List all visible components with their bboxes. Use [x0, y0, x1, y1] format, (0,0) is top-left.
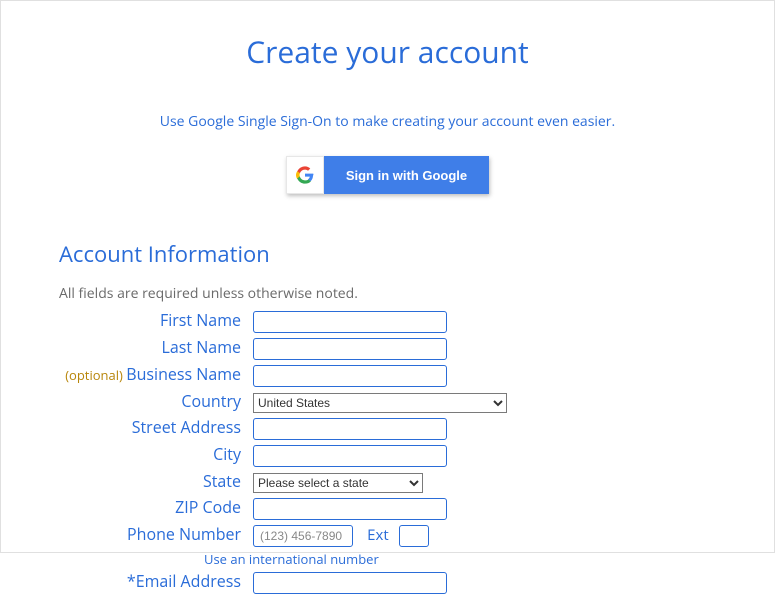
business-name-label: (optional) Business Name — [59, 365, 253, 384]
phone-number-label: Phone Number — [59, 525, 253, 544]
phone-ext-input[interactable] — [399, 525, 429, 547]
zip-code-input[interactable] — [253, 498, 447, 520]
first-name-label: First Name — [59, 311, 253, 330]
first-name-input[interactable] — [253, 311, 447, 333]
last-name-input[interactable] — [253, 338, 447, 360]
email-label: *Email Address — [59, 572, 253, 591]
phone-number-input[interactable] — [253, 525, 353, 547]
city-label: City — [59, 445, 253, 464]
google-signin-label: Sign in with Google — [324, 156, 489, 194]
required-note: All fields are required unless otherwise… — [59, 284, 716, 303]
city-input[interactable] — [253, 445, 447, 467]
business-name-input[interactable] — [253, 365, 447, 387]
country-select[interactable]: United States — [253, 393, 507, 413]
state-label: State — [59, 472, 253, 491]
sso-subtitle: Use Google Single Sign-On to make creati… — [59, 112, 716, 131]
country-label: Country — [59, 392, 253, 411]
state-select[interactable]: Please select a state — [253, 473, 423, 493]
street-address-input[interactable] — [253, 418, 447, 440]
zip-code-label: ZIP Code — [59, 498, 253, 517]
page-title: Create your account — [59, 31, 716, 72]
last-name-label: Last Name — [59, 338, 253, 357]
street-address-label: Street Address — [59, 418, 253, 437]
email-input[interactable] — [253, 572, 447, 594]
google-icon — [286, 156, 324, 194]
section-title: Account Information — [59, 239, 716, 269]
google-signin-button[interactable]: Sign in with Google — [286, 156, 489, 194]
ext-label: Ext — [367, 525, 389, 545]
optional-tag: (optional) — [65, 366, 126, 384]
